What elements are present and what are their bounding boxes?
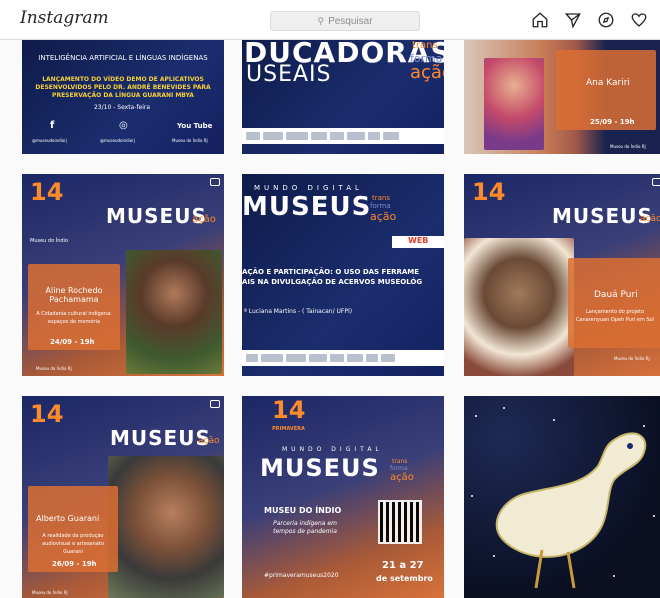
post-tile-4[interactable]: 14 MUSEUS ação Museu do Índio Aline Roch…: [22, 174, 224, 376]
photo-cameraman: [108, 456, 224, 598]
search-input[interactable]: ⚲ Pesquisar: [270, 11, 420, 31]
primavera-label: PRIMAVERA: [272, 426, 305, 432]
home-icon[interactable]: [530, 10, 550, 30]
sponsor-logos: [242, 128, 444, 144]
mundo-digital-label: MUNDO DIGITAL: [254, 184, 363, 192]
trans-word: trans: [412, 40, 438, 51]
event-date: 25/09 - 19h: [590, 118, 635, 126]
post-title: MUSEUS: [552, 204, 653, 228]
dates-label: 21 a 27: [382, 560, 424, 571]
footer-label: Museu do Índio RJ: [614, 356, 650, 361]
guest-name: Aline Rochedo Pachamama: [45, 286, 103, 304]
post-tile-6[interactable]: 14 MUSEUS ação Dauá Puri Lançamento do p…: [464, 174, 660, 376]
forma-word: forma: [370, 202, 391, 210]
footer-label: Museu do Índio RJ: [36, 366, 72, 371]
title-suffix: ação: [192, 214, 216, 225]
post-date: 23/10 - Sexta-feira: [93, 104, 151, 111]
post-heading: INTELIGÊNCIA ARTIFICIAL E LÍNGUAS INDÍGE…: [38, 54, 208, 62]
acao-word: ação: [410, 62, 444, 83]
badge-number: 14: [472, 178, 506, 206]
speaker-label: ª Luciana Martins - ( Tainacan/ UFPI): [244, 308, 353, 315]
post-tile-2[interactable]: DUCADORAS USEAIS trans forma ação: [242, 40, 444, 154]
post-title: MUSEUS: [110, 426, 211, 450]
trans-word: trans: [392, 458, 408, 465]
top-bar: Instagram ⚲ Pesquisar: [0, 0, 660, 40]
badge-number: 14: [30, 178, 64, 206]
heart-icon[interactable]: [629, 10, 649, 30]
forma-word: forma: [390, 465, 408, 472]
talk-description: Lançamento do projeto Canarenyuan Opeh P…: [575, 309, 655, 323]
mundo-digital-label: MUNDO DIGITAL: [282, 446, 383, 453]
event-date: 24/09 - 19h: [50, 338, 95, 346]
explore-icon[interactable]: [596, 10, 616, 30]
acao-word: ação: [390, 472, 414, 483]
post-tile-5[interactable]: MUNDO DIGITAL MUSEUS trans forma ação WE…: [242, 174, 444, 376]
host-label: Museu do Índio: [30, 238, 69, 244]
instagram-icon: ◎: [119, 120, 128, 131]
month-label: de setembro: [376, 574, 433, 583]
handle-2: @museudoindiorj: [100, 138, 135, 143]
info-box: [568, 258, 660, 348]
badge-number: 14: [272, 396, 306, 424]
handle-3: Museu do Índio RJ: [172, 138, 208, 143]
reel-icon: [652, 178, 660, 186]
sponsor-logos: [242, 350, 444, 366]
post-tile-9[interactable]: [464, 396, 660, 598]
search-icon: ⚲: [317, 15, 325, 26]
reel-icon: [210, 400, 220, 408]
post-tile-3[interactable]: Ana Kariri 25/09 - 19h Museu do Índio RJ: [464, 40, 660, 154]
hashtag-label: #primaveramuseus2020: [264, 572, 339, 579]
bird-painting: [471, 407, 655, 589]
title-suffix: ação: [640, 214, 660, 224]
museu-do-indio-label: MUSEU DO ÍNDIO: [264, 506, 342, 515]
guest-name: Ana Kariri: [586, 78, 630, 88]
web-tag: WEB: [392, 236, 444, 248]
talk-description: A realidade da produção audiovisual e ar…: [42, 533, 104, 555]
direct-icon[interactable]: [563, 10, 583, 30]
nav-icons: [530, 10, 660, 30]
talk-title-line-1: AÇÃO E PARTICIPAÇÃO: O USO DAS FERRAME: [242, 268, 420, 276]
post-title: MUSEUS: [242, 192, 372, 222]
handle-1: @museudoindiorj: [32, 138, 67, 143]
talk-description: A Cidadania cultural indígena: espaços d…: [36, 311, 112, 325]
guest-name: Dauá Puri: [594, 290, 638, 300]
acao-word: ação: [370, 210, 397, 223]
post-tile-8[interactable]: 14 PRIMAVERA MUNDO DIGITAL MUSEUS trans …: [242, 396, 444, 598]
post-subtitle: USEAIS: [246, 62, 332, 87]
footer-label: Museu do Índio RJ: [32, 590, 68, 595]
footer-label: Museu do Índio RJ: [610, 144, 646, 149]
post-body: LANÇAMENTO DO VÍDEO DEMO DE APLICATIVOS …: [35, 76, 211, 99]
qr-code: [378, 500, 422, 544]
guest-name: Alberto Guarani: [36, 514, 100, 523]
post-tile-1[interactable]: INTELIGÊNCIA ARTIFICIAL E LÍNGUAS INDÍGE…: [22, 40, 224, 154]
parceria-label: Parceria indígena em tempos de pandemia: [273, 520, 337, 535]
photo-guest: [126, 250, 222, 374]
search-placeholder: Pesquisar: [328, 15, 373, 27]
badge-number: 14: [30, 400, 64, 428]
trans-word: trans: [372, 194, 390, 202]
post-tile-7[interactable]: 14 MUSEUS ação Alberto Guarani A realida…: [22, 396, 224, 598]
event-date: 26/09 - 19h: [52, 560, 97, 568]
talk-title-line-2: AIS NA DIVULGAÇÃO DE ACERVOS MUSEOLÓG: [242, 278, 423, 286]
youtube-logo: You Tube: [177, 122, 213, 130]
photo-elder: [464, 238, 574, 376]
post-title: MUSEUS: [260, 454, 380, 482]
photo-dancer: [484, 58, 544, 150]
facebook-icon: f: [50, 120, 55, 131]
reel-icon: [210, 178, 220, 186]
title-suffix: ação: [198, 436, 220, 446]
instagram-logo[interactable]: Instagram: [20, 8, 109, 28]
